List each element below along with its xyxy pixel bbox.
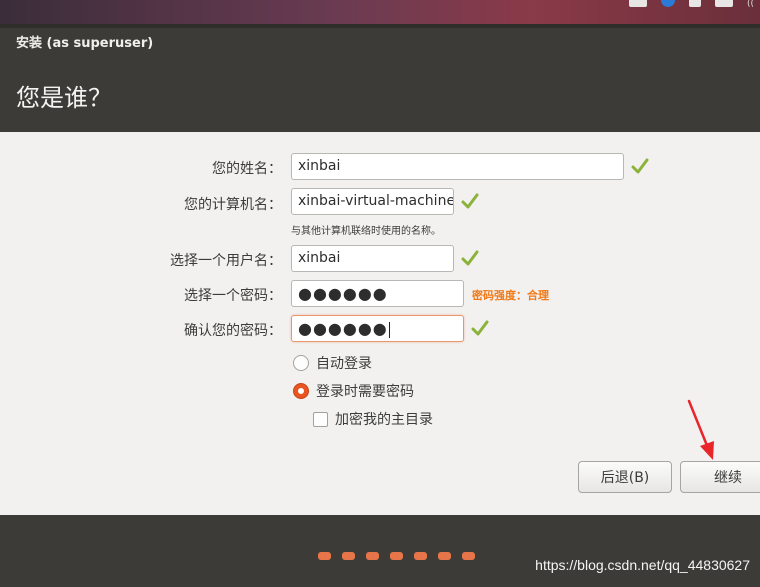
auto-login-option[interactable]: 自动登录 [293,353,372,373]
radio-icon[interactable] [293,355,309,371]
auto-login-label: 自动登录 [316,356,372,372]
password-mask: ●●●●●● [298,284,388,303]
name-label: 您的姓名： [212,161,282,177]
volume-icon[interactable]: (( [747,0,754,9]
progress-dot [414,552,427,560]
password-strength: 密码强度：合理 [472,289,549,302]
username-field[interactable]: xinbai [291,245,454,272]
header-stripe [0,24,760,28]
system-tray: (( [628,0,754,10]
computer-name-hint: 与其他计算机联络时使用的名称。 [291,226,441,237]
window-title: 安装 (as superuser) [16,36,154,51]
system-top-panel: (( [0,0,760,24]
encrypt-home-option[interactable]: 加密我的主目录 [313,409,433,429]
keyboard-icon[interactable] [628,0,647,7]
progress-dot [318,552,331,560]
progress-dot [462,552,475,560]
window-header: 安装 (as superuser) 您是谁？ [0,24,760,132]
encrypt-home-label: 加密我的主目录 [335,412,433,428]
check-icon [461,193,479,209]
progress-dot [438,552,451,560]
radio-icon[interactable] [293,383,309,399]
page-title: 您是谁？ [16,84,112,112]
network-icon[interactable] [688,0,701,7]
confirm-password-mask: ●●●●●● [298,319,388,338]
require-password-option[interactable]: 登录时需要密码 [293,381,414,401]
form-area: 您的姓名： xinbai 您的计算机名： xinbai-virtual-mach… [0,132,760,515]
check-icon [471,320,489,336]
password-field[interactable]: ●●●●●● [291,280,464,307]
red-arrow-annotation [687,399,714,460]
progress-dot [366,552,379,560]
progress-dots [318,552,475,560]
require-password-label: 登录时需要密码 [316,384,414,400]
watermark: https://blog.csdn.net/qq_44830627 [535,557,750,573]
username-label: 选择一个用户名： [170,253,282,269]
progress-dot [342,552,355,560]
text-caret [388,321,390,338]
input-method-icon[interactable] [714,0,733,7]
confirm-password-label: 确认您的密码： [184,323,282,339]
progress-dot [390,552,403,560]
computer-name-label: 您的计算机名： [184,197,282,213]
check-icon [461,250,479,266]
footer-bar: https://blog.csdn.net/qq_44830627 [0,515,760,587]
computer-name-field[interactable]: xinbai-virtual-machine [291,188,454,215]
check-icon [631,158,649,174]
name-field[interactable]: xinbai [291,153,624,180]
checkbox-icon[interactable] [313,411,328,427]
password-label: 选择一个密码： [184,288,282,304]
back-button[interactable]: 后退(B) [578,461,672,493]
bluetooth-icon[interactable] [660,0,675,7]
confirm-password-field[interactable]: ●●●●●● [291,315,464,342]
